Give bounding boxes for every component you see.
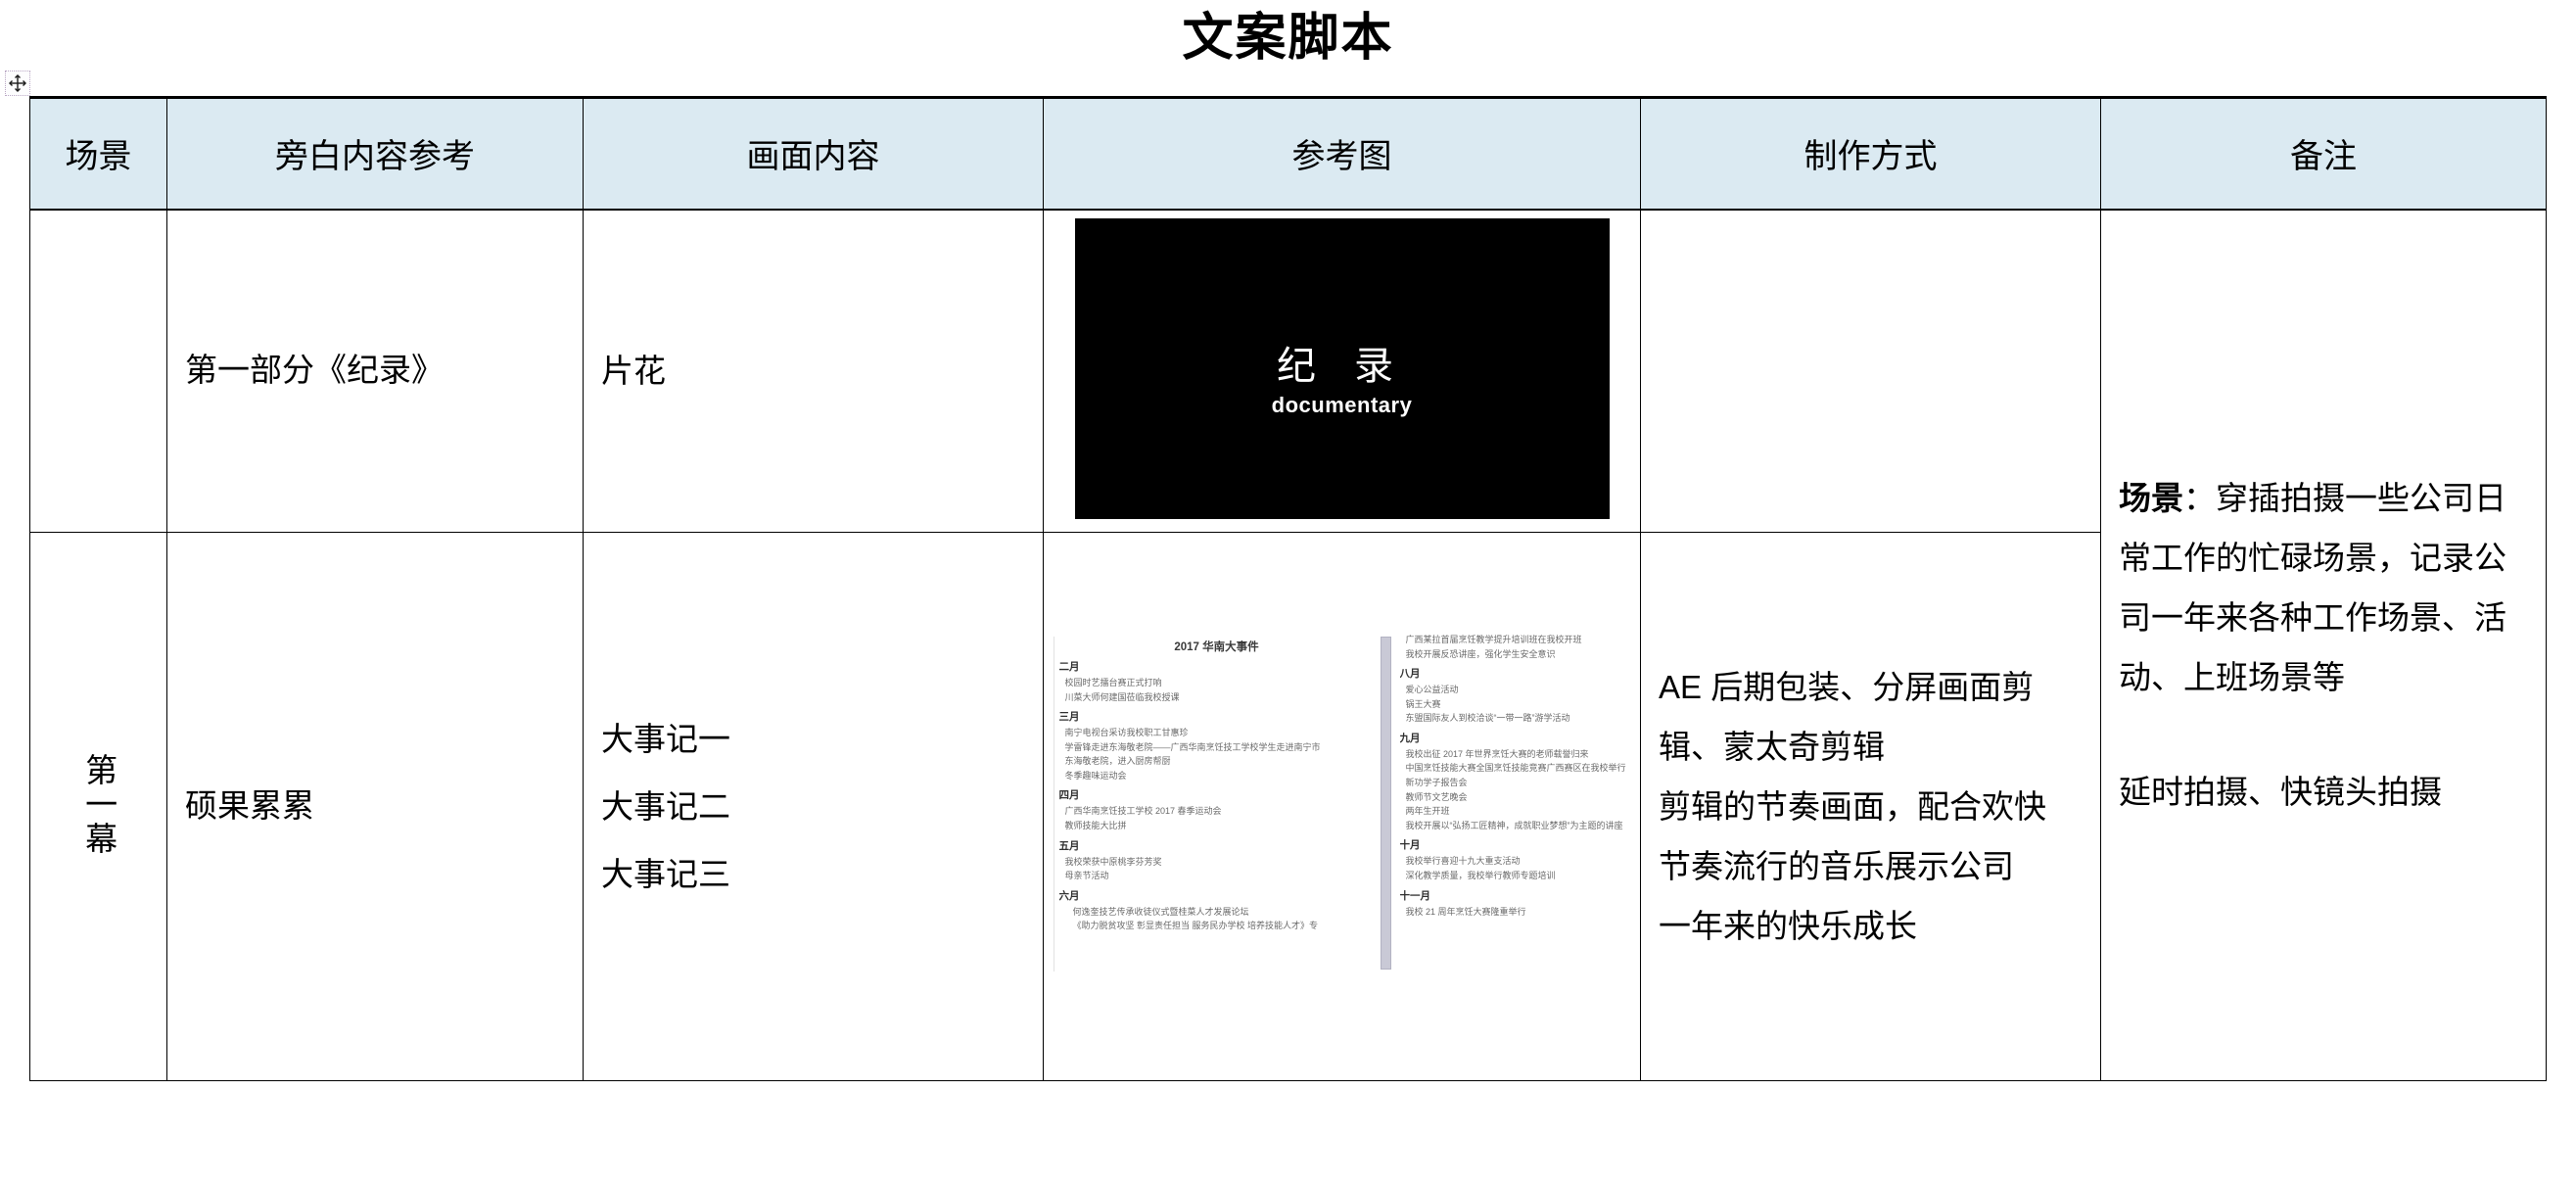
events-item: 广西华南烹饪技工学校 2017 春季运动会 [1064, 806, 1222, 817]
events-item: 新功学子报告会 [1405, 778, 1468, 788]
events-item: 我校荣获中原桃李芬芳奖 [1064, 856, 1162, 867]
events-item: 校园时艺擂台赛正式打响 [1064, 678, 1162, 687]
scrollbar[interactable] [1380, 637, 1391, 970]
shot-item: 大事记一 [601, 720, 730, 757]
shot-item: 大事记三 [601, 856, 730, 893]
events-item: 母亲节活动 [1064, 871, 1109, 881]
note-spacer [2119, 707, 2528, 762]
scene-label: 第一幕 [80, 752, 117, 856]
cell-production: AE 后期包装、分屏画面剪 辑、蒙太奇剪辑 剪辑的节奏画面，配合欢快 节奏流行的… [1640, 532, 2101, 1081]
production-line: 剪辑的节奏画面，配合欢快 [1659, 787, 2046, 825]
narration-text: 第一部分《纪录》 [185, 352, 444, 389]
events-left-body: 二月校园时艺擂台赛正式打响川菜大师何建国莅临我校授课三月南宁电视台采访我校职工甘… [1059, 659, 1375, 933]
cell-shot: 大事记一 大事记二 大事记三 [583, 532, 1044, 1081]
cell-narration: 第一部分《纪录》 [166, 209, 584, 533]
column-header-narration: 旁白内容参考 [166, 96, 584, 211]
narration-text: 硕果累累 [185, 787, 314, 825]
cell-reference: ⌐ ¬ 2017 华南大事件 二月校园时艺擂台赛正式打响川菜大师何建国莅临我校授… [1043, 532, 1641, 1081]
cell-shot: 片花 [583, 209, 1044, 533]
table-header-row: 场景 旁白内容参考 画面内容 参考图 制作方式 备注 [29, 96, 2547, 211]
cell-scene: 第一幕 [29, 532, 167, 1081]
cell-scene [29, 209, 167, 533]
events-item: 中国烹饪技能大赛全国烹饪技能竞赛广西赛区在我校举行 [1405, 763, 1626, 774]
column-header-scene: 场景 [29, 96, 167, 211]
events-item: 我校举行喜迎十九大重支活动 [1405, 856, 1521, 867]
cell-reference: 纪 录 documentary [1043, 209, 1641, 533]
events-item: 南宁电视台采访我校职工甘惠珍 [1064, 728, 1189, 738]
events-item: 东海敬老院，进入厨房帮厨 [1064, 756, 1171, 767]
events-item: 广西某拉首届烹饪教学提升培训班在我校开班 [1405, 635, 1582, 644]
events-item: 东盟国际友人到校洽谈“一带一路”游学活动 [1405, 713, 1570, 724]
events-item: 教师技能大比拼 [1064, 821, 1127, 831]
shot-item: 大事记二 [601, 787, 730, 825]
events-item: 冬季趣味运动会 [1064, 770, 1127, 781]
documentary-title-card: 纪 录 documentary [1074, 217, 1610, 519]
cell-narration: 硕果累累 [166, 532, 584, 1081]
note-label: 场景 [2119, 480, 2183, 517]
table-move-handle-icon[interactable] [5, 71, 30, 96]
cell-production [1640, 209, 2101, 533]
column-header-production: 制作方式 [1640, 96, 2101, 211]
events-right-page: 广西某拉首届烹饪教学提升培训班在我校开班 我校开展反恐讲座，强化学生安全意识八月爱… [1399, 633, 1635, 975]
note-body-line: 穿插拍摄一些公司日 [2216, 480, 2506, 517]
events-item: 锅王大赛 [1405, 698, 1441, 709]
events-item: 何逸奎技艺传承收徒仪式暨桂菜人才发展论坛 [1072, 906, 1249, 917]
title-card-en-text: documentary [1271, 392, 1413, 417]
events-item: 两年生开班 [1405, 806, 1450, 817]
script-table: 场景 旁白内容参考 画面内容 参考图 制作方式 备注 第一部分《纪录》 片花 纪… [29, 96, 2547, 1081]
note-separator: ： [2183, 480, 2216, 517]
title-card-cn-text: 纪 录 [1276, 344, 1408, 388]
events-doc-title: 2017 华南大事件 [1174, 641, 1259, 653]
production-line: 辑、蒙太奇剪辑 [1659, 728, 1885, 765]
events-month-heading: 六月 [1058, 889, 1080, 902]
events-month-heading: 五月 [1058, 839, 1080, 852]
events-item: 教师节文艺晚会 [1405, 791, 1468, 802]
column-header-note: 备注 [2100, 96, 2547, 211]
events-item: 我校开展反恐讲座，强化学生安全意识 [1405, 648, 1556, 659]
events-item: 我校出征 2017 年世界烹饪大赛的老师载誉归来 [1405, 748, 1589, 759]
events-month-heading: 二月 [1058, 661, 1080, 673]
events-document-screenshot: ⌐ ¬ 2017 华南大事件 二月校园时艺擂台赛正式打响川菜大师何建国莅临我校授… [1049, 633, 1635, 975]
events-month-heading: 三月 [1058, 711, 1080, 724]
column-header-shot: 画面内容 [583, 96, 1044, 211]
events-left-page: 2017 华南大事件 二月校园时艺擂台赛正式打响川菜大师何建国莅临我校授课三月南… [1058, 633, 1375, 975]
events-month-heading: 八月 [1399, 668, 1421, 681]
events-item: 我校开展以“弘扬工匠精神，成就职业梦想”为主题的讲座 [1405, 820, 1623, 830]
note-line: 动、上班场景等 [2119, 659, 2345, 696]
events-month-heading: 十一月 [1399, 889, 1431, 902]
production-block: AE 后期包装、分屏画面剪 辑、蒙太奇剪辑 剪辑的节奏画面，配合欢快 节奏流行的… [1659, 657, 2083, 956]
note-line: 场景：穿插拍摄一些公司日 [2119, 468, 2528, 528]
production-line: 节奏流行的音乐展示公司 [1659, 848, 2014, 885]
production-line: AE 后期包装、分屏画面剪 [1659, 668, 2035, 705]
table-row: 第一部分《纪录》 片花 纪 录 documentary 场景：穿插拍摄一些公司日… [29, 209, 2547, 1081]
note-block: 场景：穿插拍摄一些公司日 常工作的忙碌场景，记录公 司一年来各种工作场景、活 动… [2119, 468, 2528, 822]
shot-item: 片花 [601, 353, 666, 390]
note-second-block: 延时拍摄、快镜头拍摄 [2119, 774, 2442, 811]
events-month-heading: 九月 [1399, 732, 1421, 744]
production-line: 一年来的快乐成长 [1659, 908, 1917, 945]
note-line: 常工作的忙碌场景，记录公 [2119, 540, 2506, 577]
events-item: 川菜大师何建国莅临我校授课 [1064, 691, 1180, 702]
events-item: 深化教学质量，我校举行教师专题培训 [1405, 870, 1556, 880]
cell-note: 场景：穿插拍摄一些公司日 常工作的忙碌场景，记录公 司一年来各种工作场景、活 动… [2100, 209, 2547, 1081]
events-month-heading: 十月 [1399, 839, 1421, 852]
events-right-body: 广西某拉首届烹饪教学提升培训班在我校开班 我校开展反恐讲座，强化学生安全意识八月爱… [1400, 633, 1635, 919]
document-page: 文案脚本 场景 旁白内容参考 画面内容 参考图 制作方式 备注 第一部分《纪录》… [0, 0, 2576, 1185]
events-item: 爱心公益活动 [1405, 685, 1459, 695]
events-item: 学雷锋走进东海敬老院——广西华南烹饪技工学校学生走进南宁市 [1064, 741, 1321, 752]
events-item: 我校 21 周年烹饪大赛隆重举行 [1405, 906, 1526, 917]
column-header-reference: 参考图 [1043, 96, 1641, 211]
shot-list: 大事记一 大事记二 大事记三 [601, 705, 1025, 909]
events-month-heading: 四月 [1058, 789, 1080, 802]
events-item: 《助力脱贫攻坚 彰显责任担当 服务民办学校 培养技能人才》专 [1072, 921, 1319, 931]
note-line: 司一年来各种工作场景、活 [2119, 599, 2506, 637]
page-title: 文案脚本 [1182, 10, 1394, 67]
shot-list: 片花 [601, 337, 1025, 404]
